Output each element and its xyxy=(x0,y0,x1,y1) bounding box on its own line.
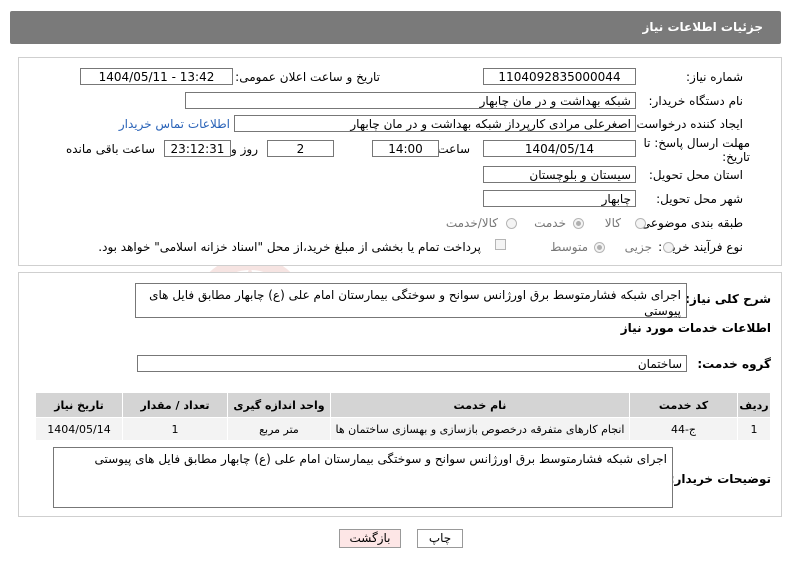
col-row: ردیف xyxy=(737,392,771,418)
service-group-field: ساختمان xyxy=(137,355,687,372)
treasury-checkbox[interactable] xyxy=(495,239,506,250)
remaining-time-field: 23:12:31 xyxy=(164,140,231,157)
category-label: طبقه بندی موضوعی: xyxy=(636,216,743,230)
category-radio-goods-service[interactable] xyxy=(506,218,517,229)
services-section-title: اطلاعات خدمات مورد نیاز xyxy=(620,321,771,335)
category-option-goods-service: کالا/خدمت xyxy=(445,216,498,230)
process-radio-medium[interactable] xyxy=(594,242,605,253)
deadline-date-field: 1404/05/14 xyxy=(483,140,636,157)
category-option-goods: کالا xyxy=(604,216,621,230)
print-button[interactable]: چاپ xyxy=(417,529,463,548)
service-group-label: گروه خدمت: xyxy=(697,357,771,371)
province-label: استان محل تحویل: xyxy=(648,168,743,182)
services-table: ردیف کد خدمت نام خدمت واحد اندازه گیری ت… xyxy=(35,392,771,441)
category-option-service: خدمت xyxy=(534,216,566,230)
need-number-field: 1104092835000044 xyxy=(483,68,636,85)
table-row: 1 ج-44 انجام کارهای متفرقه درخصوص بازساز… xyxy=(35,417,771,441)
payment-note: پرداخت تمام یا بخشی از مبلغ خرید،از محل … xyxy=(98,240,481,254)
days-label: روز و xyxy=(231,142,258,156)
deadline-time-field: 14:00 xyxy=(372,140,439,157)
creator-field: اصغرعلی مرادی کارپرداز شبکه بهداشت و در … xyxy=(234,115,636,132)
cell-date: 1404/05/14 xyxy=(35,417,123,441)
cell-row: 1 xyxy=(737,417,771,441)
creator-label: ایجاد کننده درخواست: xyxy=(632,117,743,131)
province-field: سیستان و بلوچستان xyxy=(483,166,636,183)
buyer-notes-textarea[interactable]: اجرای شبکه فشارمتوسط برق اورژانس سوانح و… xyxy=(53,447,673,508)
cell-name: انجام کارهای متفرقه درخصوص بازسازی و بهس… xyxy=(330,417,630,441)
cell-unit: متر مربع xyxy=(227,417,331,441)
col-unit: واحد اندازه گیری xyxy=(227,392,331,418)
cell-code: ج-44 xyxy=(629,417,738,441)
days-field: 2 xyxy=(267,140,334,157)
page-header: جزئیات اطلاعات نیاز xyxy=(10,11,781,44)
process-option-minor: جزیی xyxy=(624,240,652,254)
remaining-label: ساعت باقی مانده xyxy=(65,142,155,156)
deadline-time-label: ساعت xyxy=(437,142,470,156)
col-name: نام خدمت xyxy=(330,392,630,418)
buyer-org-label: نام دستگاه خریدار: xyxy=(648,94,744,108)
announce-field: 1404/05/11 - 13:42 xyxy=(80,68,233,85)
back-button[interactable]: بازگشت xyxy=(339,529,401,548)
col-date: تاریخ نیاز xyxy=(35,392,123,418)
process-option-medium: متوسط xyxy=(550,240,588,254)
summary-label: شرح کلی نیاز: xyxy=(685,292,771,306)
col-code: کد خدمت xyxy=(629,392,738,418)
summary-textarea[interactable]: اجرای شبکه فشارمتوسط برق اورژانس سوانح و… xyxy=(135,283,687,318)
category-radio-service[interactable] xyxy=(573,218,584,229)
page-title: جزئیات اطلاعات نیاز xyxy=(642,20,763,34)
process-radio-minor[interactable] xyxy=(663,242,674,253)
city-label: شهر محل تحویل: xyxy=(656,192,743,206)
deadline-label: مهلت ارسال پاسخ: تا تاریخ: xyxy=(643,136,750,164)
need-number-label: شماره نیاز: xyxy=(686,70,743,84)
city-field: چابهار xyxy=(483,190,636,207)
col-qty: تعداد / مقدار xyxy=(122,392,228,418)
category-radio-goods[interactable] xyxy=(635,218,646,229)
buyer-notes-label: توضیحات خریدار: xyxy=(669,472,771,486)
cell-qty: 1 xyxy=(122,417,228,441)
buyer-org-field: شبکه بهداشت و در مان چابهار xyxy=(185,92,636,109)
buyer-contact-link[interactable]: اطلاعات تماس خریدار xyxy=(119,117,230,131)
announce-label: تاریخ و ساعت اعلان عمومی: xyxy=(235,70,380,84)
